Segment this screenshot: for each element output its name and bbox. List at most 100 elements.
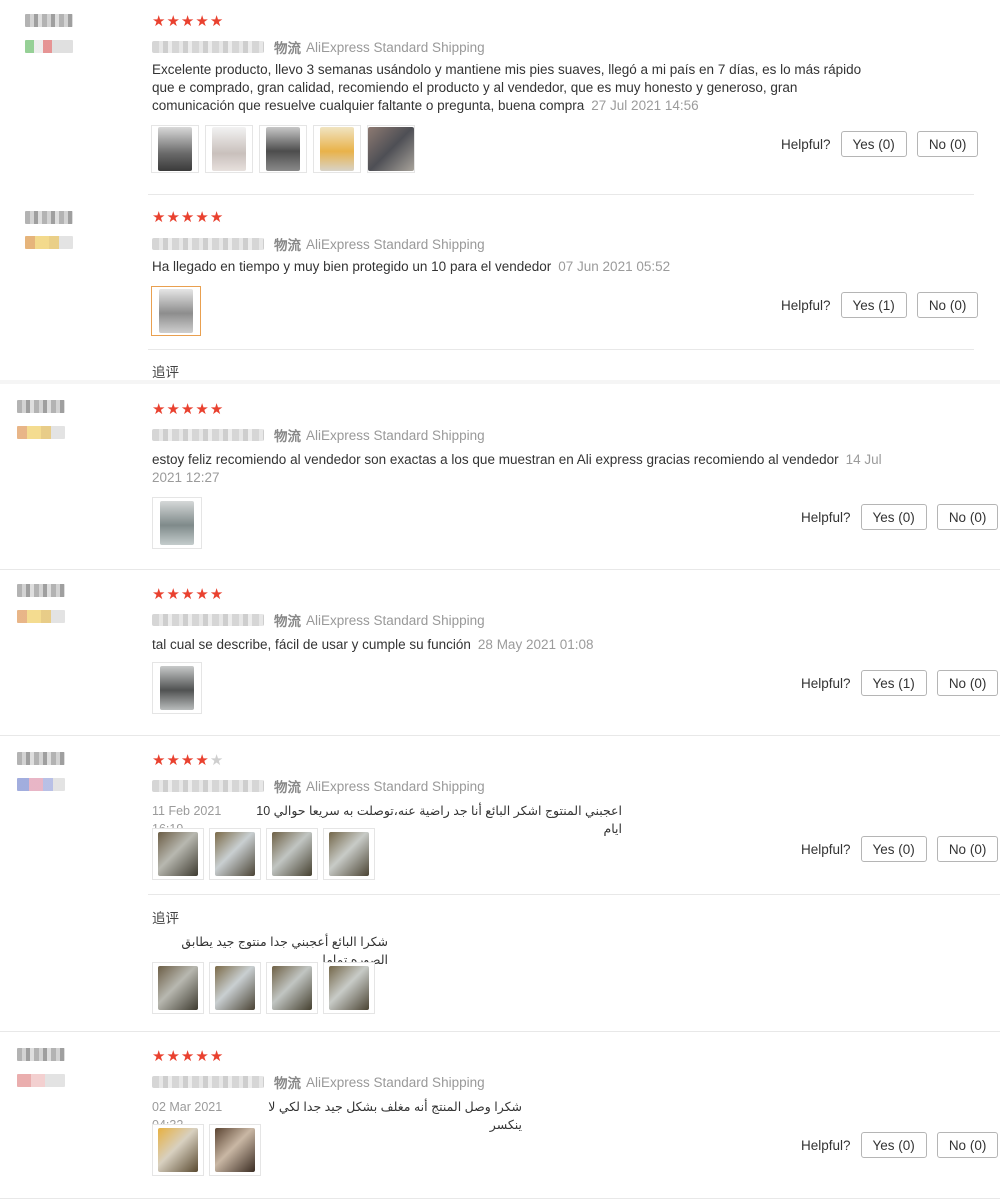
helpful-yes-button[interactable]: Yes (1) [840, 292, 907, 318]
review-photo[interactable] [205, 125, 253, 173]
review-text: estoy feliz recomiendo al vendedor son e… [152, 451, 897, 487]
review-photo[interactable] [152, 662, 202, 714]
star-rating: ★ ★ ★ ★ ★ [152, 210, 223, 225]
review-item: ★ ★ ★ ★ ★ 物流 AliExpress Standard Shipping es… [0, 384, 1000, 570]
star-icon: ★ [166, 752, 180, 769]
helpful-no-button[interactable]: No (0) [916, 131, 979, 157]
helpful-label: Helpful? [781, 136, 831, 152]
star-icon: ★ [180, 752, 195, 769]
review-photo[interactable] [209, 1124, 261, 1176]
helpful-vote: Helpful? Yes (0) No (0) [781, 131, 979, 157]
divider [0, 1198, 1000, 1199]
review-item: ★ ★ ★ ★ ★ 物流 AliExpress Standard Shipping Ha… [0, 195, 1000, 380]
star-icon: ★ [152, 13, 166, 30]
review-photo[interactable] [152, 497, 202, 549]
review-photos [151, 125, 415, 173]
review-photo[interactable] [313, 125, 361, 173]
review-body: tal cual se describe, fácil de usar y cu… [152, 637, 471, 652]
star-icon: ★ [166, 13, 180, 30]
helpful-label: Helpful? [801, 509, 851, 525]
divider [148, 349, 974, 350]
helpful-yes-button[interactable]: Yes (0) [860, 836, 927, 862]
review-photo[interactable] [259, 125, 307, 173]
review-photo[interactable] [266, 828, 318, 880]
star-icon: ★ [180, 13, 195, 30]
logistics-label: 物流 [274, 1076, 301, 1091]
star-icon: ★ [152, 752, 166, 769]
star-icon: ★ [166, 209, 180, 226]
review-photo[interactable] [266, 962, 318, 1014]
review-date: 07 Jun 2021 05:52 [558, 259, 671, 274]
star-icon: ★ [195, 401, 209, 418]
review-photo[interactable] [151, 286, 201, 336]
country-flag-icon [25, 236, 73, 249]
review-photo[interactable] [209, 962, 261, 1014]
helpful-no-button[interactable]: No (0) [936, 1132, 999, 1158]
star-rating: ★ ★ ★ ★ ★ [152, 753, 223, 768]
star-icon: ★ [180, 1048, 195, 1065]
helpful-yes-button[interactable]: Yes (0) [840, 131, 907, 157]
star-icon: ★ [209, 209, 224, 226]
avatar [17, 584, 65, 597]
star-icon: ★ [209, 1048, 224, 1065]
helpful-label: Helpful? [801, 1137, 851, 1153]
star-icon: ★ [209, 401, 224, 418]
star-icon: ★ [209, 586, 224, 603]
review-text: Excelente producto, llevo 3 semanas usán… [152, 61, 872, 115]
star-icon: ★ [152, 401, 166, 418]
star-icon: ★ [166, 1048, 180, 1065]
helpful-vote: Helpful? Yes (0) No (0) [801, 836, 999, 862]
review-body: Excelente producto, llevo 3 semanas usán… [152, 62, 862, 113]
helpful-vote: Helpful? Yes (1) No (0) [781, 292, 979, 318]
reviewer-sku-blurred [152, 238, 264, 250]
review-photos [152, 662, 202, 714]
followup-photos [152, 962, 375, 1014]
star-icon: ★ [195, 209, 209, 226]
review-photo[interactable] [151, 125, 199, 173]
star-rating: ★ ★ ★ ★ ★ [152, 14, 223, 29]
logistics-label: 物流 [274, 780, 301, 795]
review-photo[interactable] [152, 962, 204, 1014]
helpful-yes-button[interactable]: Yes (1) [860, 670, 927, 696]
country-flag-icon [17, 1074, 65, 1087]
review-photo[interactable] [152, 828, 204, 880]
helpful-no-button[interactable]: No (0) [936, 836, 999, 862]
review-photos [151, 286, 201, 336]
star-icon: ★ [180, 586, 195, 603]
star-rating: ★ ★ ★ ★ ★ [152, 587, 223, 602]
review-meta: 物流 AliExpress Standard Shipping [152, 234, 485, 254]
helpful-no-button[interactable]: No (0) [936, 504, 999, 530]
review-photos [152, 828, 375, 880]
country-flag-icon [17, 778, 65, 791]
helpful-no-button[interactable]: No (0) [936, 670, 999, 696]
review-body: Ha llegado en tiempo y muy bien protegid… [152, 259, 552, 274]
logistics-label: 物流 [274, 429, 301, 444]
reviewer-sku-blurred [152, 780, 264, 792]
review-item: ★ ★ ★ ★ ★ 物流 AliExpress Standard Shipping ta… [0, 570, 1000, 736]
helpful-label: Helpful? [781, 297, 831, 313]
helpful-vote: Helpful? Yes (0) No (0) [801, 504, 999, 530]
review-date: 28 May 2021 01:08 [477, 637, 594, 652]
star-icon: ★ [209, 13, 224, 30]
review-photo[interactable] [367, 125, 415, 173]
shipping-method: AliExpress Standard Shipping [306, 427, 485, 443]
reviewer-sku-blurred [152, 1076, 264, 1088]
followup-label: 追评 [152, 911, 179, 926]
country-flag-icon [17, 610, 65, 623]
logistics-label: 物流 [274, 238, 301, 253]
star-rating: ★ ★ ★ ★ ★ [152, 1049, 223, 1064]
helpful-no-button[interactable]: No (0) [916, 292, 979, 318]
review-photo[interactable] [152, 1124, 204, 1176]
review-photo[interactable] [323, 828, 375, 880]
star-icon: ★ [152, 586, 166, 603]
helpful-vote: Helpful? Yes (1) No (0) [801, 670, 999, 696]
reviewer-sku-blurred [152, 614, 264, 626]
logistics-label: 物流 [274, 41, 301, 56]
review-photo[interactable] [323, 962, 375, 1014]
review-photo[interactable] [209, 828, 261, 880]
helpful-vote: Helpful? Yes (0) No (0) [801, 1132, 999, 1158]
helpful-yes-button[interactable]: Yes (0) [860, 504, 927, 530]
review-body: estoy feliz recomiendo al vendedor son e… [152, 452, 839, 467]
logistics-label: 物流 [274, 614, 301, 629]
helpful-yes-button[interactable]: Yes (0) [860, 1132, 927, 1158]
